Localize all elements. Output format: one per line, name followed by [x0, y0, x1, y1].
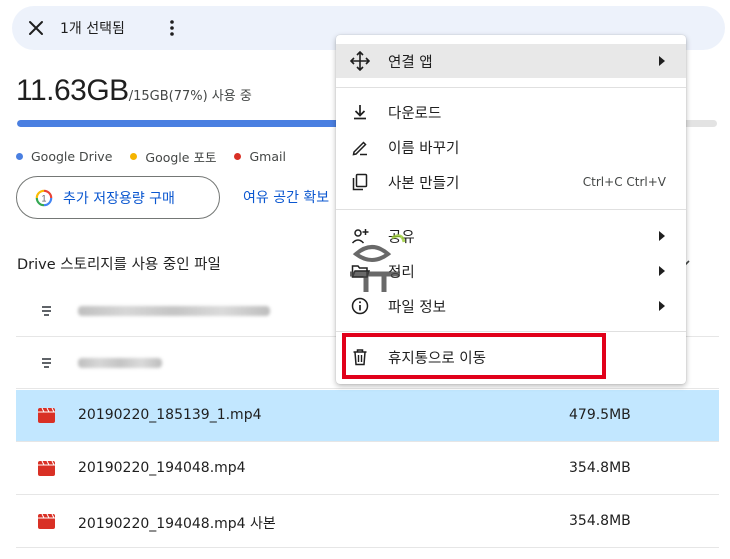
file-size: 479.5MB — [569, 407, 631, 423]
buy-storage-button[interactable]: 1 추가 저장용량 구매 — [16, 176, 220, 219]
menu-item-download[interactable]: 다운로드 — [336, 95, 686, 129]
submenu-arrow-icon — [659, 266, 665, 276]
menu-divider — [336, 331, 686, 332]
storage-summary: 11.63GB/15GB(77%) 사용 중 — [16, 74, 252, 108]
file-type-icon — [42, 306, 51, 316]
submenu-arrow-icon — [659, 231, 665, 241]
table-row-selected[interactable]: 20190220_185139_1.mp4 479.5MB — [16, 390, 719, 442]
menu-item-open-with[interactable]: 연결 앱 — [336, 44, 686, 78]
video-file-icon — [38, 408, 55, 423]
legend-item-drive: Google Drive — [16, 147, 112, 166]
legend-dot — [130, 153, 138, 160]
svg-text:1: 1 — [41, 193, 46, 203]
menu-item-rename[interactable]: 이름 바꾸기 — [336, 130, 686, 164]
legend-item-gmail: Gmail — [234, 147, 286, 166]
blurred-file-name — [78, 306, 270, 316]
submenu-arrow-icon — [659, 301, 665, 311]
menu-divider — [336, 209, 686, 210]
table-row[interactable]: 20190220_194048.mp4 354.8MB — [16, 443, 719, 495]
section-title: Drive 스토리지를 사용 중인 파일 — [17, 257, 221, 273]
free-space-link[interactable]: 여유 공간 확보 — [243, 187, 329, 207]
video-file-icon — [38, 461, 55, 476]
close-icon[interactable] — [24, 16, 48, 40]
context-menu: 연결 앱 다운로드 이름 바꾸기 사본 만들기 Ctrl+C Ctrl+V 공유… — [336, 35, 686, 384]
copy-icon — [352, 173, 368, 191]
move-arrows-icon — [350, 51, 370, 71]
google-one-icon: 1 — [35, 189, 53, 206]
download-icon — [354, 105, 366, 120]
file-size: 354.8MB — [569, 513, 631, 529]
highlight-box — [342, 333, 606, 379]
legend-item-photos: Google 포토 — [130, 147, 216, 166]
storage-used: 11.63GB — [16, 74, 129, 107]
storage-legend: Google Drive Google 포토 Gmail — [16, 147, 286, 166]
storage-detail: /15GB(77%) 사용 중 — [128, 89, 252, 104]
watermark-logo — [350, 234, 406, 292]
buy-storage-label: 추가 저장용량 구매 — [63, 190, 175, 207]
selection-count: 1개 선택됨 — [60, 21, 125, 37]
file-name: 20190220_185139_1.mp4 — [78, 407, 262, 423]
submenu-arrow-icon — [659, 56, 665, 66]
file-name: 20190220_194048.mp4 — [78, 460, 246, 476]
legend-dot — [16, 153, 23, 160]
more-vert-icon[interactable] — [160, 16, 184, 40]
edit-pencil-icon — [352, 141, 367, 156]
video-file-icon — [38, 514, 55, 529]
legend-dot — [234, 153, 242, 160]
file-type-icon — [42, 358, 51, 368]
menu-divider — [336, 87, 686, 88]
menu-item-make-copy[interactable]: 사본 만들기 Ctrl+C Ctrl+V — [336, 165, 686, 199]
blurred-file-name — [78, 358, 162, 368]
table-row[interactable]: 20190220_194048.mp4 사본 354.8MB — [16, 496, 719, 548]
file-size: 354.8MB — [569, 460, 631, 476]
shortcut-text: Ctrl+C Ctrl+V — [582, 175, 666, 189]
file-name: 20190220_194048.mp4 사본 — [78, 516, 276, 532]
